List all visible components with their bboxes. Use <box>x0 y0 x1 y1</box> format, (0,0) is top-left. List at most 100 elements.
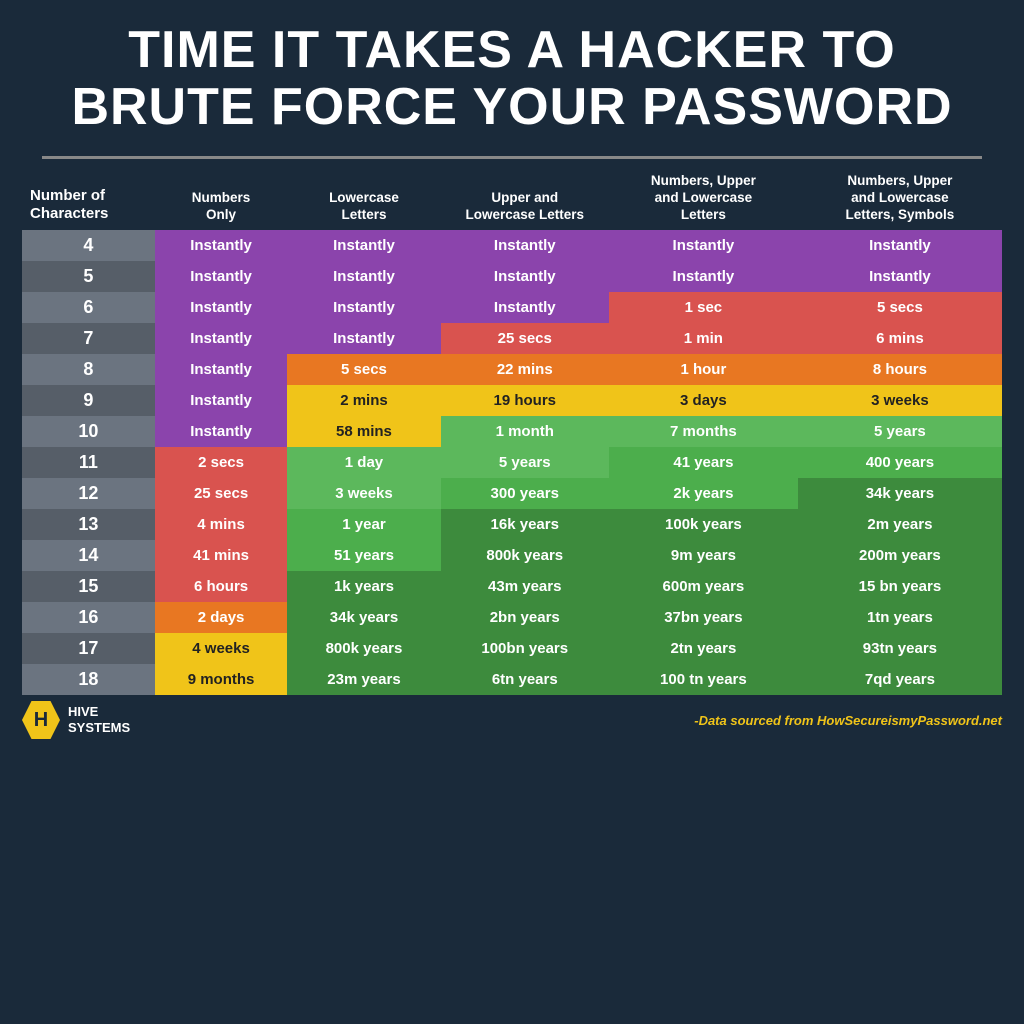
hive-icon: H <box>22 701 60 739</box>
time-value: 5 secs <box>287 354 440 385</box>
table-row: 1225 secs3 weeks300 years2k years34k yea… <box>22 478 1002 509</box>
time-value: 100 tn years <box>609 664 798 695</box>
time-value: Instantly <box>155 323 288 354</box>
password-table: Number ofCharacters NumbersOnly Lowercas… <box>22 167 1002 695</box>
time-value: 6tn years <box>441 664 609 695</box>
char-count: 4 <box>22 230 155 261</box>
time-value: Instantly <box>155 230 288 261</box>
time-value: 800k years <box>287 633 440 664</box>
time-value: 2bn years <box>441 602 609 633</box>
char-count: 13 <box>22 509 155 540</box>
char-count: 11 <box>22 447 155 478</box>
time-value: Instantly <box>287 323 440 354</box>
time-value: 2 mins <box>287 385 440 416</box>
time-value: Instantly <box>798 261 1002 292</box>
time-value: Instantly <box>609 230 798 261</box>
table-row: 5InstantlyInstantlyInstantlyInstantlyIns… <box>22 261 1002 292</box>
col-header-upper-lower: Upper andLowercase Letters <box>441 167 609 230</box>
char-count: 8 <box>22 354 155 385</box>
time-value: 9 months <box>155 664 288 695</box>
table-row: 8Instantly5 secs22 mins1 hour8 hours <box>22 354 1002 385</box>
hive-brand-text: HIVE SYSTEMS <box>68 704 130 735</box>
time-value: 400 years <box>798 447 1002 478</box>
char-count: 12 <box>22 478 155 509</box>
col-header-all: Numbers, Upperand LowercaseLetters, Symb… <box>798 167 1002 230</box>
time-value: 1 sec <box>609 292 798 323</box>
time-value: 34k years <box>287 602 440 633</box>
time-value: 800k years <box>441 540 609 571</box>
title-section: TIME IT TAKES A HACKER TO BRUTE FORCE YO… <box>0 0 1024 146</box>
char-count: 16 <box>22 602 155 633</box>
time-value: 1tn years <box>798 602 1002 633</box>
char-count: 7 <box>22 323 155 354</box>
time-value: Instantly <box>441 292 609 323</box>
table-row: 174 weeks800k years100bn years2tn years9… <box>22 633 1002 664</box>
time-value: Instantly <box>155 354 288 385</box>
time-value: 2m years <box>798 509 1002 540</box>
footer: H HIVE SYSTEMS -Data sourced from HowSec… <box>22 701 1002 739</box>
char-count: 18 <box>22 664 155 695</box>
hive-logo: H HIVE SYSTEMS <box>22 701 130 739</box>
table-row: 7InstantlyInstantly25 secs1 min6 mins <box>22 323 1002 354</box>
time-value: 6 hours <box>155 571 288 602</box>
time-value: 7qd years <box>798 664 1002 695</box>
time-value: 5 years <box>798 416 1002 447</box>
time-value: 23m years <box>287 664 440 695</box>
time-value: 1 year <box>287 509 440 540</box>
time-value: 1 hour <box>609 354 798 385</box>
divider <box>42 156 982 159</box>
time-value: 3 days <box>609 385 798 416</box>
time-value: 3 weeks <box>287 478 440 509</box>
col-header-num-upper-lower: Numbers, Upperand LowercaseLetters <box>609 167 798 230</box>
time-value: 300 years <box>441 478 609 509</box>
char-count: 17 <box>22 633 155 664</box>
time-value: Instantly <box>155 261 288 292</box>
time-value: 43m years <box>441 571 609 602</box>
time-value: 100k years <box>609 509 798 540</box>
table-header-row: Number ofCharacters NumbersOnly Lowercas… <box>22 167 1002 230</box>
time-value: 2k years <box>609 478 798 509</box>
time-value: 16k years <box>441 509 609 540</box>
time-value: 4 weeks <box>155 633 288 664</box>
time-value: 5 years <box>441 447 609 478</box>
time-value: 2 secs <box>155 447 288 478</box>
time-value: 2tn years <box>609 633 798 664</box>
time-value: Instantly <box>155 385 288 416</box>
table-row: 112 secs1 day5 years41 years400 years <box>22 447 1002 478</box>
char-count: 15 <box>22 571 155 602</box>
time-value: 93tn years <box>798 633 1002 664</box>
time-value: 37bn years <box>609 602 798 633</box>
time-value: 4 mins <box>155 509 288 540</box>
time-value: 1 day <box>287 447 440 478</box>
char-count: 9 <box>22 385 155 416</box>
time-value: 41 mins <box>155 540 288 571</box>
table-row: 6InstantlyInstantlyInstantly1 sec5 secs <box>22 292 1002 323</box>
time-value: 5 secs <box>798 292 1002 323</box>
table-row: 189 months23m years6tn years100 tn years… <box>22 664 1002 695</box>
time-value: 22 mins <box>441 354 609 385</box>
time-value: Instantly <box>155 292 288 323</box>
main-title: TIME IT TAKES A HACKER TO BRUTE FORCE YO… <box>30 22 994 136</box>
table-container: Number ofCharacters NumbersOnly Lowercas… <box>22 167 1002 695</box>
table-row: 1441 mins51 years800k years9m years200m … <box>22 540 1002 571</box>
time-value: Instantly <box>155 416 288 447</box>
time-value: Instantly <box>609 261 798 292</box>
time-value: 41 years <box>609 447 798 478</box>
col-header-chars: Number ofCharacters <box>22 167 155 230</box>
time-value: 8 hours <box>798 354 1002 385</box>
time-value: Instantly <box>798 230 1002 261</box>
table-row: 9Instantly2 mins19 hours3 days3 weeks <box>22 385 1002 416</box>
time-value: 58 mins <box>287 416 440 447</box>
char-count: 10 <box>22 416 155 447</box>
time-value: 1k years <box>287 571 440 602</box>
table-row: 134 mins1 year16k years100k years2m year… <box>22 509 1002 540</box>
time-value: 6 mins <box>798 323 1002 354</box>
time-value: 600m years <box>609 571 798 602</box>
col-header-lower: LowercaseLetters <box>287 167 440 230</box>
time-value: Instantly <box>441 230 609 261</box>
time-value: 200m years <box>798 540 1002 571</box>
time-value: 25 secs <box>155 478 288 509</box>
col-header-numbers: NumbersOnly <box>155 167 288 230</box>
time-value: 3 weeks <box>798 385 1002 416</box>
time-value: 100bn years <box>441 633 609 664</box>
